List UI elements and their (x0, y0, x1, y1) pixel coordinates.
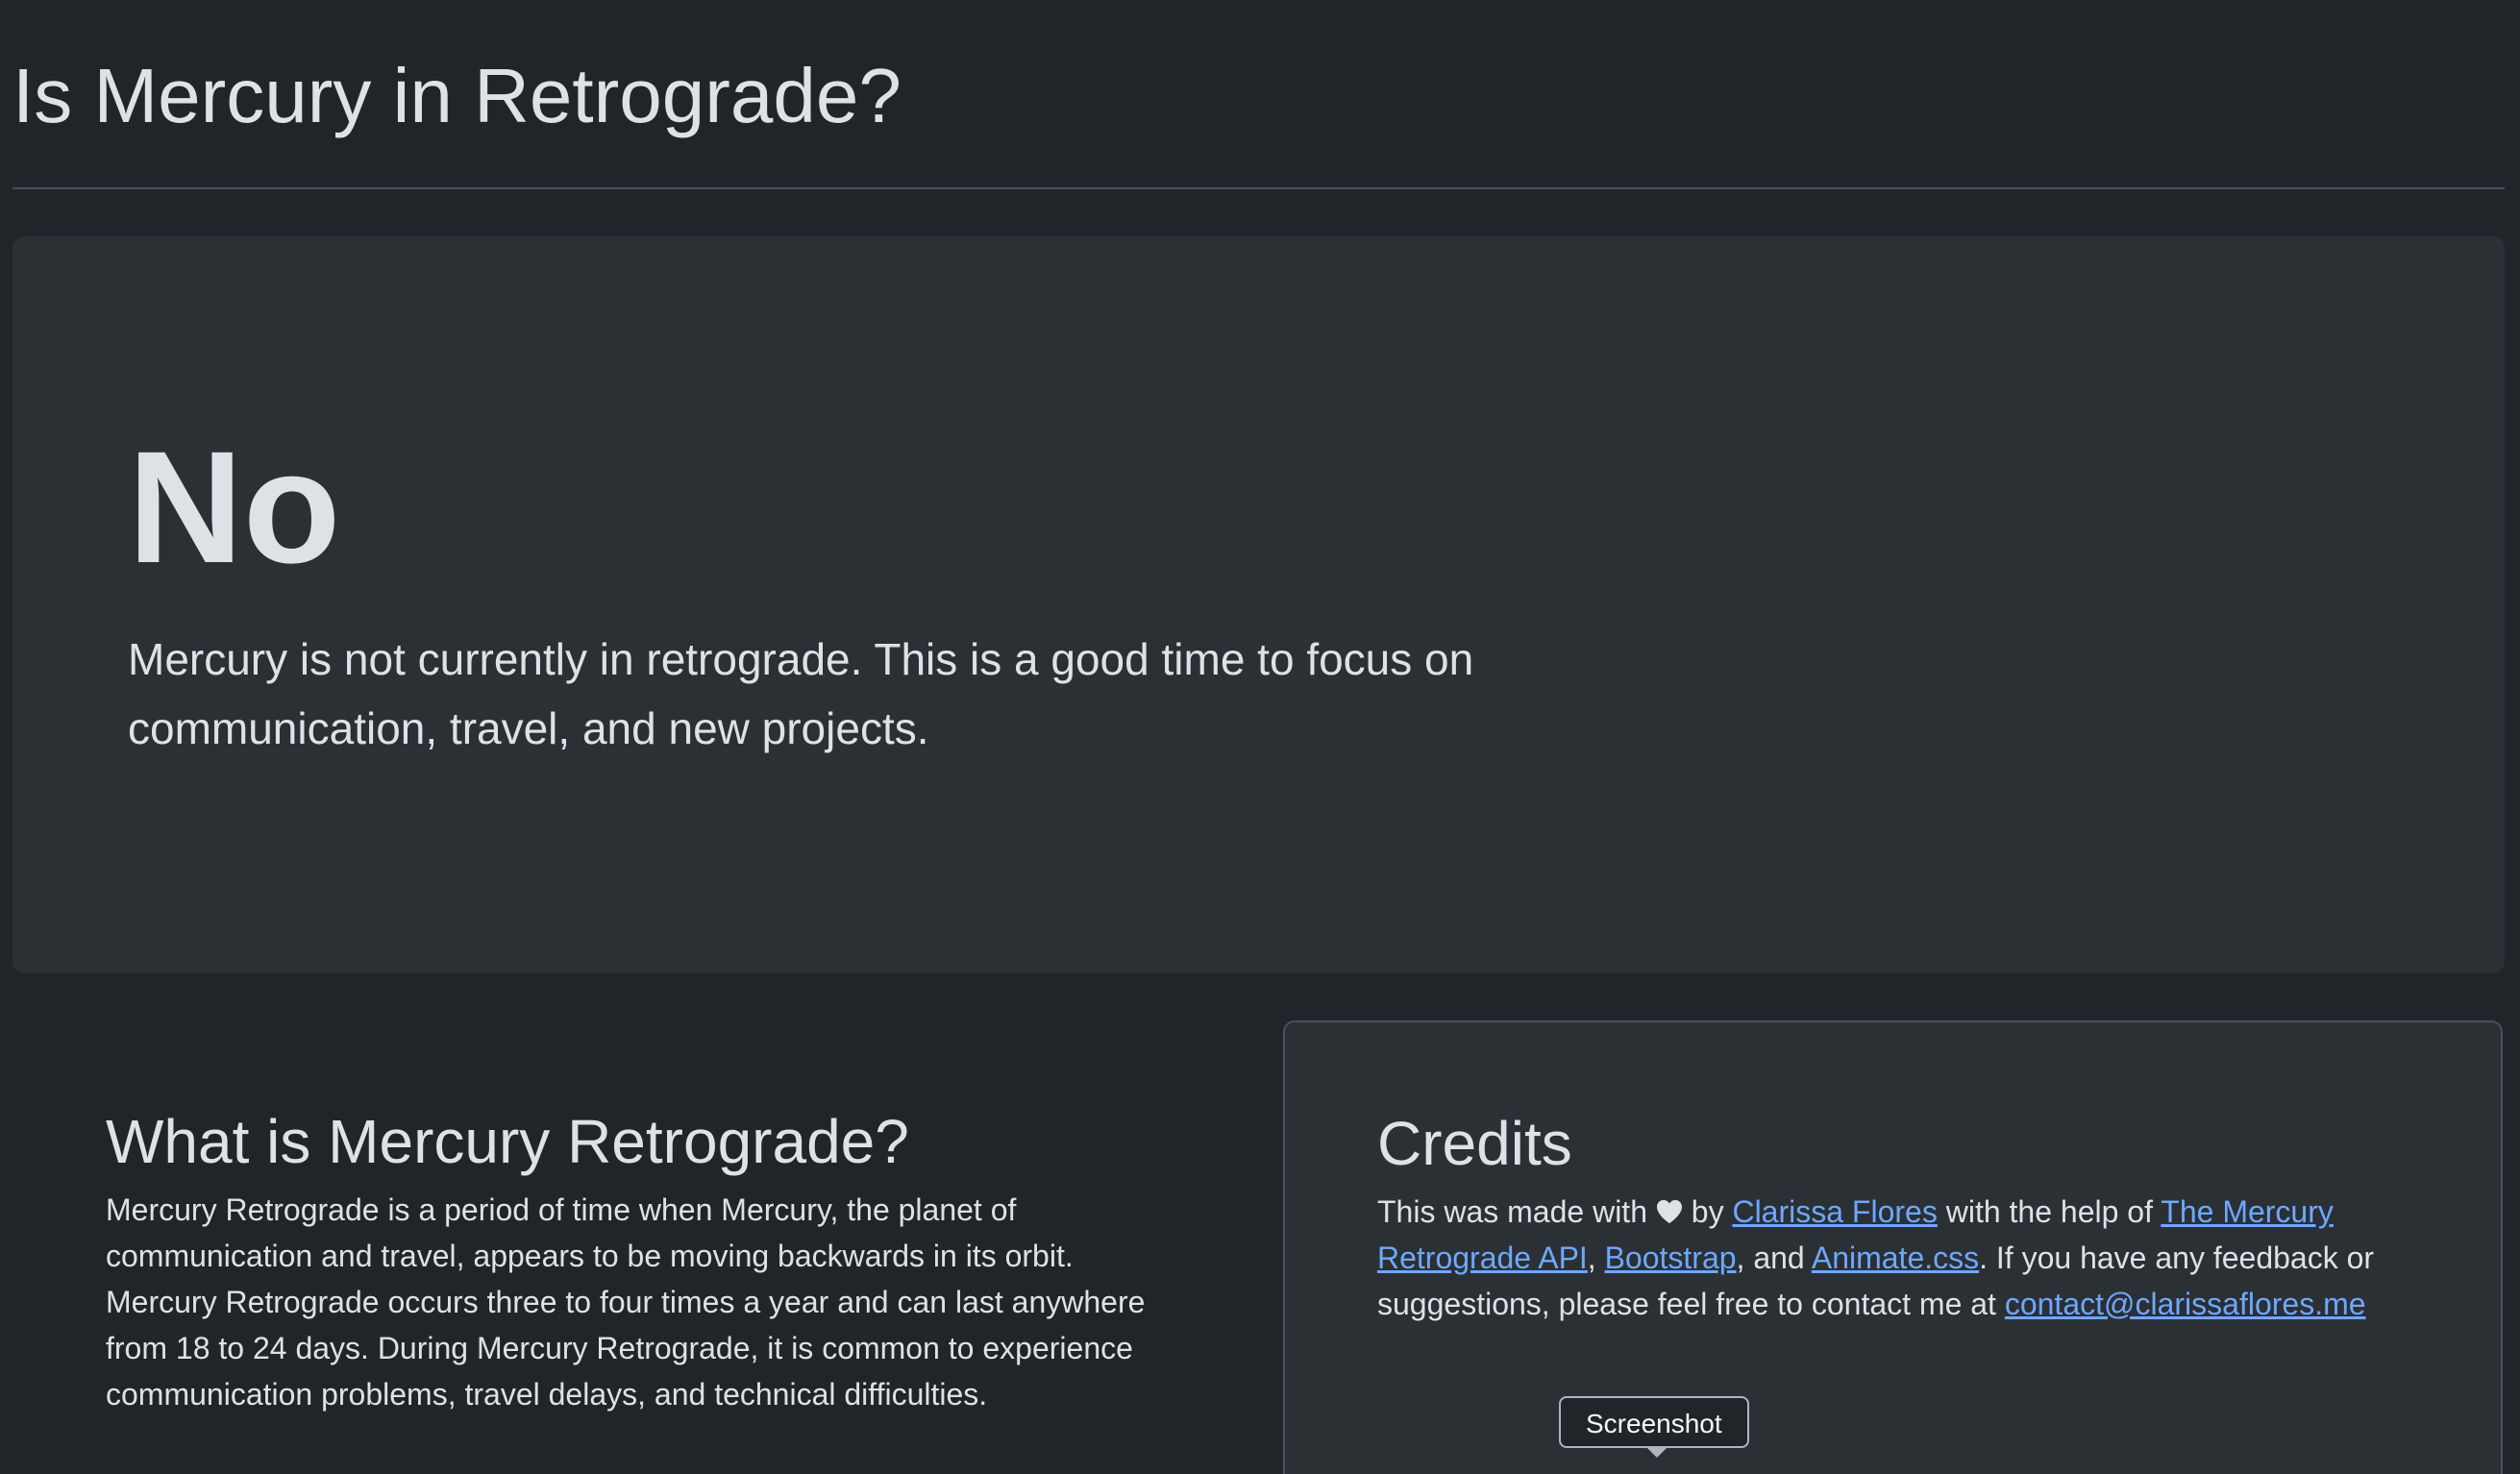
credits-content: Credits This was made with by Clarissa F… (1377, 1107, 2415, 1327)
and-text: , and (1736, 1240, 1805, 1275)
comma-text: , (1587, 1240, 1596, 1275)
tooltip-arrow-icon (1645, 1446, 1668, 1458)
what-body: Mercury Retrograde is a period of time w… (106, 1191, 1146, 1412)
title-divider (12, 187, 2505, 189)
author-link[interactable]: Clarissa Flores (1732, 1194, 1937, 1229)
credits-heading: Credits (1377, 1109, 1572, 1178)
what-heading: What is Mercury Retrograde? (106, 1107, 909, 1176)
credits-text: This was made with by Clarissa Flores wi… (1377, 1189, 2415, 1327)
credits-card: Credits This was made with by Clarissa F… (1283, 1020, 2503, 1474)
retrograde-status-card: No Mercury is not currently in retrograd… (12, 236, 2505, 973)
contact-email-link[interactable]: contact@clarissaflores.me (2005, 1287, 2366, 1321)
made-with-text: This was made with (1377, 1193, 1647, 1229)
retrograde-answer: No (128, 419, 341, 597)
what-is-retrograde-section: What is Mercury Retrograde? Mercury Retr… (106, 1105, 1163, 1417)
by-text: by (1691, 1193, 1724, 1229)
heart-icon (1656, 1199, 1682, 1223)
with-help-text: with the help of (1945, 1193, 2153, 1229)
retrograde-description: Mercury is not currently in retrograde. … (128, 634, 1474, 753)
bootstrap-link[interactable]: Bootstrap (1605, 1241, 1737, 1275)
screenshot-tooltip: Screenshot (1559, 1396, 1749, 1448)
page-title: Is Mercury in Retrograde? (12, 53, 902, 138)
animate-css-link[interactable]: Animate.css (1812, 1241, 1979, 1275)
